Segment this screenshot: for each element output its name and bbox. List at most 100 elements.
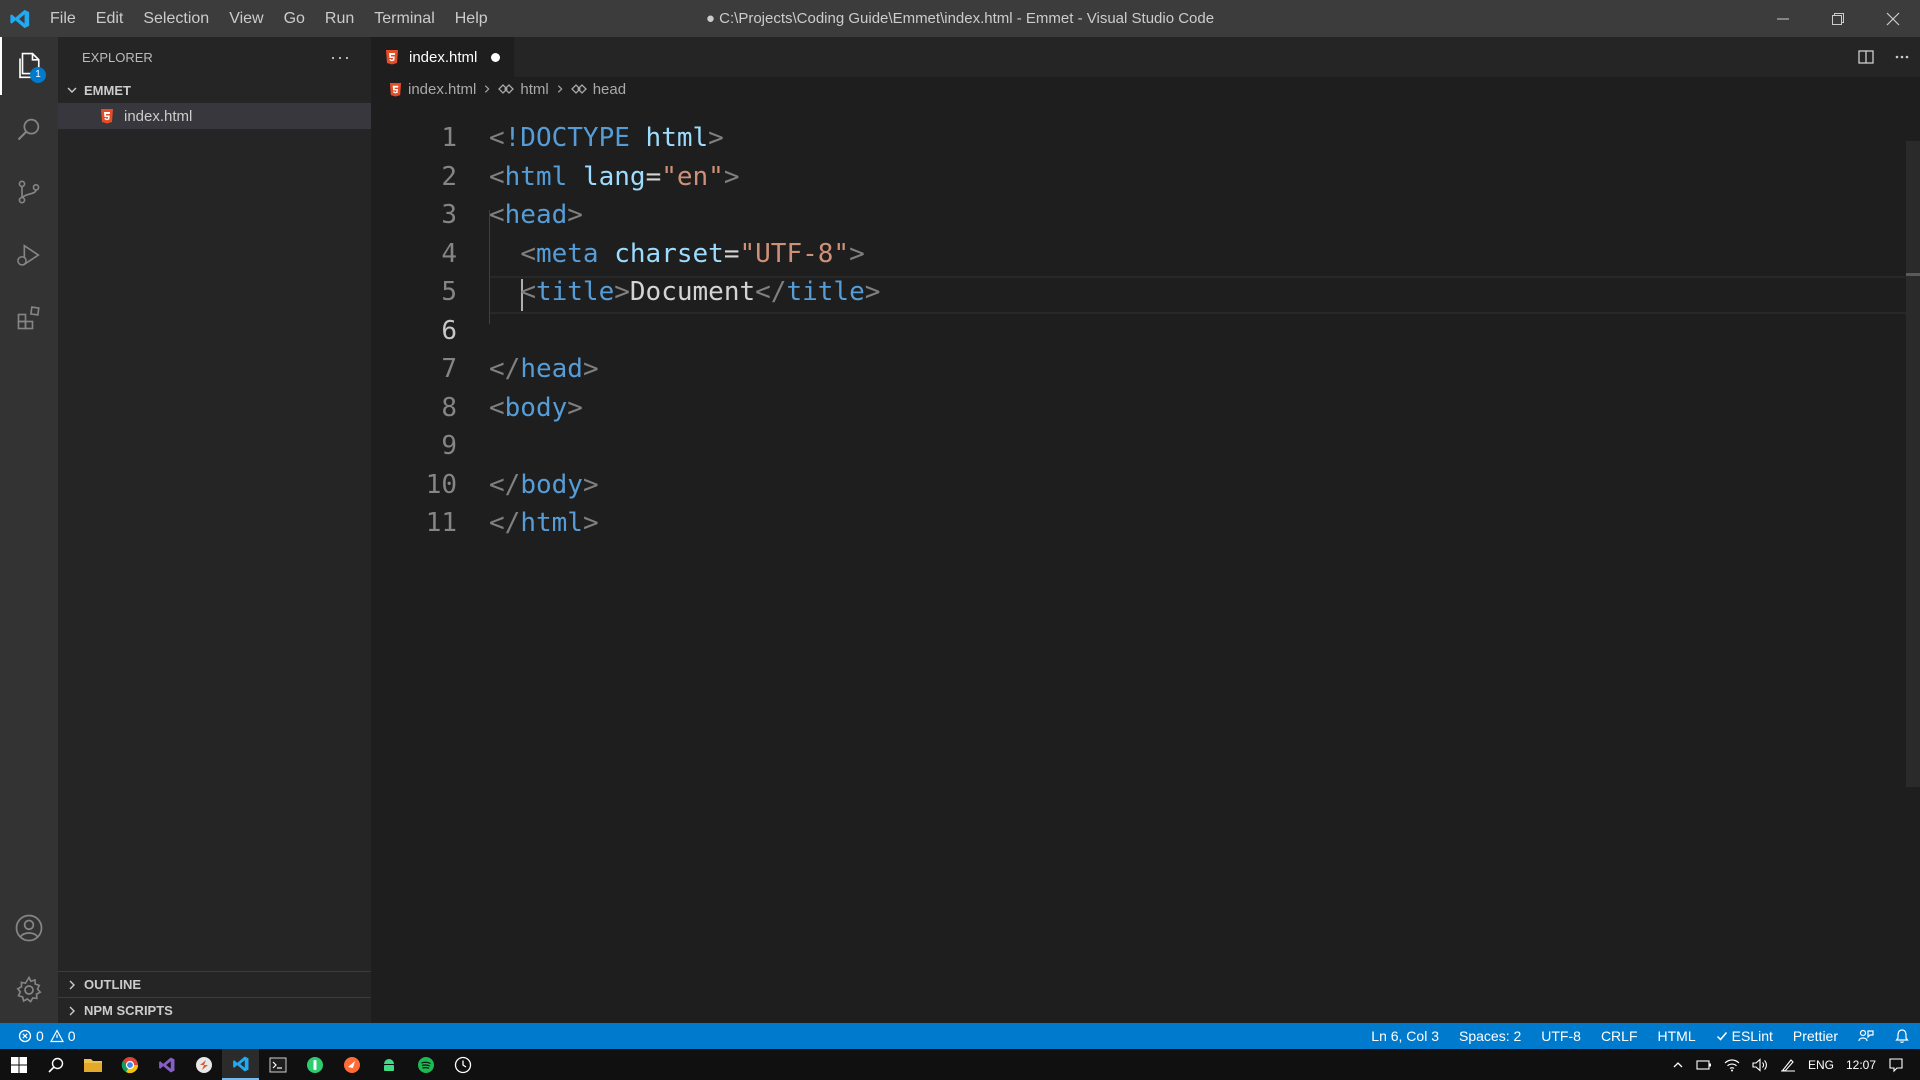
language-mode[interactable]: HTML — [1648, 1023, 1706, 1049]
outline-section[interactable]: OUTLINE — [58, 971, 371, 997]
vscode-icon — [232, 1056, 248, 1071]
taskbar-spotify[interactable] — [407, 1049, 444, 1080]
search-activity[interactable] — [0, 100, 58, 158]
chevron-right-icon — [64, 1005, 80, 1017]
clock-icon — [454, 1056, 471, 1073]
action-center-button[interactable] — [1882, 1049, 1920, 1080]
source-control-icon — [18, 180, 40, 204]
extensions-icon — [17, 306, 40, 330]
indentation[interactable]: Spaces: 2 — [1449, 1023, 1531, 1049]
code-line: 6 — [371, 312, 1901, 350]
clock[interactable]: 12:07 — [1840, 1049, 1882, 1080]
taskbar-chrome[interactable] — [111, 1049, 148, 1080]
code-line: 3 <head> — [371, 196, 1901, 234]
chevron-up-icon — [1673, 1061, 1683, 1067]
battery-tray[interactable] — [1690, 1049, 1718, 1080]
app-circle-icon — [195, 1056, 212, 1073]
explorer-badge: 1 — [30, 67, 46, 83]
code-token: > — [567, 200, 583, 230]
code-token: </ — [489, 508, 521, 538]
breadcrumb: index.html html head — [371, 77, 1920, 101]
minimize-button[interactable] — [1755, 0, 1810, 37]
taskbar-terminal[interactable] — [259, 1049, 296, 1080]
menu-file[interactable]: File — [40, 0, 86, 37]
more-actions-button[interactable]: ··· — [330, 47, 351, 68]
menu-terminal[interactable]: Terminal — [364, 0, 444, 37]
end-of-line[interactable]: CRLF — [1591, 1023, 1648, 1049]
explorer-sidebar: EXPLORER ··· EMMET index.html OUTLINE NP… — [58, 37, 371, 1023]
vertical-scrollbar[interactable] — [1906, 141, 1920, 787]
eslint-status[interactable]: ESLint — [1706, 1023, 1783, 1049]
line-content: </head> — [489, 350, 599, 388]
feedback-button[interactable] — [1848, 1023, 1884, 1049]
breadcrumb-html[interactable]: html — [520, 81, 548, 98]
code-token: > — [723, 161, 740, 192]
minimize-icon — [1776, 18, 1789, 19]
taskbar-app-orange[interactable] — [185, 1049, 222, 1080]
input-language[interactable]: ENG — [1802, 1049, 1840, 1080]
menu-view[interactable]: View — [219, 0, 273, 37]
encoding[interactable]: UTF-8 — [1531, 1023, 1591, 1049]
volume-tray[interactable] — [1746, 1049, 1774, 1080]
feedback-icon — [1858, 1029, 1874, 1042]
code-token: html — [645, 123, 709, 153]
taskbar-postman[interactable] — [333, 1049, 370, 1080]
manage-activity[interactable] — [0, 961, 58, 1019]
taskbar-visual-studio[interactable] — [148, 1049, 185, 1080]
problems-indicator[interactable]: 0 0 — [0, 1023, 76, 1049]
taskbar-file-explorer[interactable] — [74, 1049, 111, 1080]
breadcrumb-file[interactable]: index.html — [408, 81, 476, 98]
restore-button[interactable] — [1810, 0, 1865, 37]
accounts-activity[interactable] — [0, 899, 58, 957]
code-token: charset — [614, 238, 724, 269]
error-icon — [18, 1029, 32, 1043]
menu-go[interactable]: Go — [274, 0, 315, 37]
run-debug-activity[interactable] — [0, 226, 58, 284]
notification-icon — [1889, 1057, 1903, 1072]
npm-scripts-section[interactable]: NPM SCRIPTS — [58, 997, 371, 1023]
source-control-activity[interactable] — [0, 163, 58, 221]
unsaved-dot-icon[interactable] — [491, 52, 501, 62]
show-hidden-icons-button[interactable] — [1666, 1049, 1690, 1080]
notifications-button[interactable] — [1884, 1023, 1920, 1049]
extensions-activity[interactable] — [0, 289, 58, 347]
prettier-status[interactable]: Prettier — [1783, 1023, 1848, 1049]
folder-section-emmet[interactable]: EMMET — [58, 77, 371, 103]
menu-edit[interactable]: Edit — [86, 0, 134, 37]
start-button[interactable] — [0, 1049, 37, 1080]
close-button[interactable] — [1865, 0, 1920, 37]
more-editor-actions-button[interactable] — [1884, 37, 1920, 77]
pen-tray[interactable] — [1774, 1049, 1802, 1080]
folder-name: EMMET — [84, 82, 131, 98]
html5-icon — [389, 82, 402, 97]
code-token: Document — [629, 277, 756, 307]
explorer-activity[interactable]: 1 — [0, 37, 58, 95]
split-editor-button[interactable] — [1848, 37, 1884, 77]
tab-index-html[interactable]: index.html — [371, 37, 515, 77]
network-tray[interactable] — [1718, 1049, 1746, 1080]
code-token: </ — [489, 469, 521, 500]
vscode-logo-icon[interactable] — [0, 0, 40, 37]
search-icon — [47, 1057, 63, 1073]
menu-help[interactable]: Help — [445, 0, 498, 37]
menu-run[interactable]: Run — [315, 0, 364, 37]
taskbar-app-green[interactable] — [296, 1049, 333, 1080]
cursor-position[interactable]: Ln 6, Col 3 — [1361, 1023, 1449, 1049]
taskbar-android[interactable] — [370, 1049, 407, 1080]
npm-scripts-label: NPM SCRIPTS — [84, 1003, 173, 1018]
windows-taskbar: ENG 12:07 — [0, 1049, 1920, 1080]
visual-studio-icon — [158, 1057, 174, 1072]
line-number: 3 — [441, 200, 457, 230]
wifi-icon — [1724, 1058, 1740, 1071]
taskbar-clock-app[interactable] — [444, 1049, 481, 1080]
code-token: </ — [755, 277, 787, 307]
breadcrumb-head[interactable]: head — [593, 81, 626, 98]
scrollbar-cursor-mark — [1906, 273, 1920, 276]
taskbar-vscode[interactable] — [222, 1049, 259, 1080]
taskbar-search-button[interactable] — [37, 1049, 74, 1080]
explorer-title: EXPLORER — [82, 49, 153, 65]
code-editor[interactable]: 1 <!DOCTYPE html> 2 <html lang="en"> 3 <head>… — [371, 101, 1920, 1023]
file-item-index-html[interactable]: index.html — [58, 103, 371, 129]
menu-selection[interactable]: Selection — [133, 0, 219, 37]
